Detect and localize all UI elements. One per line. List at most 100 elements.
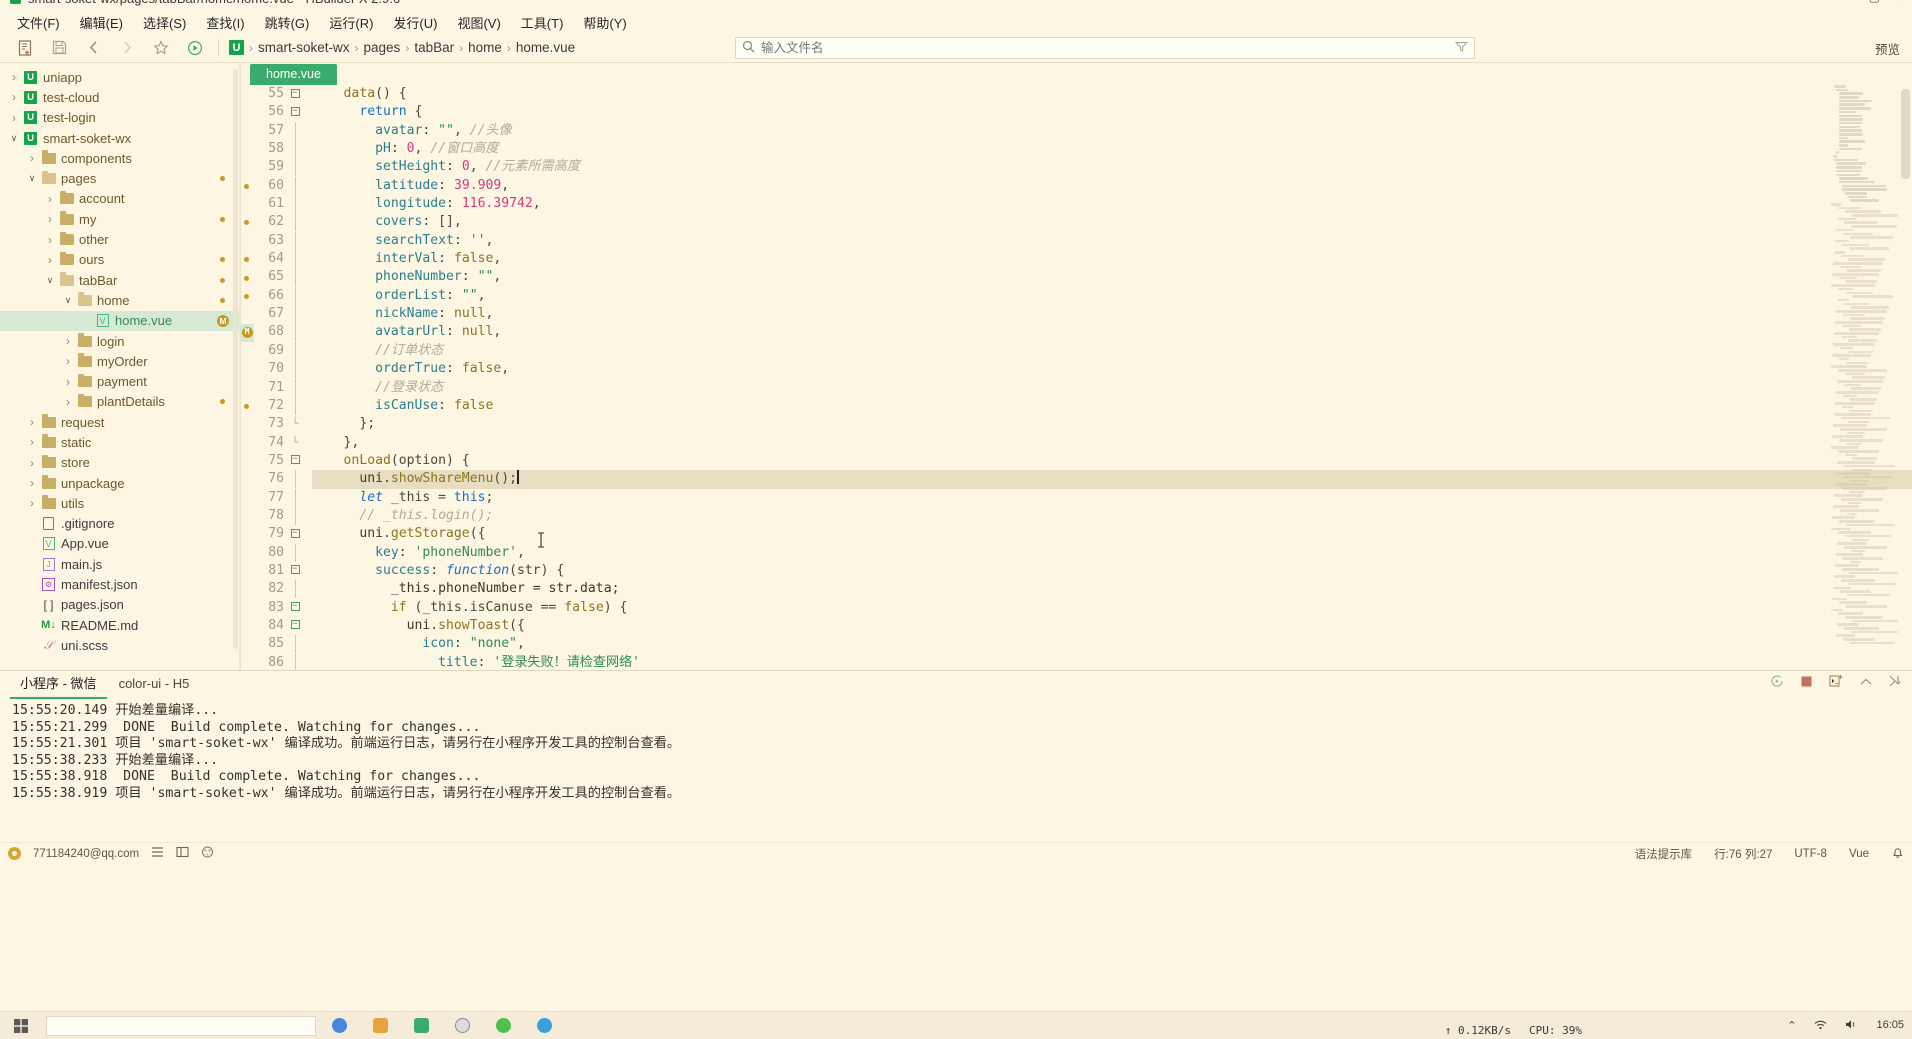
menu-file[interactable]: 文件(F)	[8, 11, 69, 34]
tree-item-my[interactable]: › my	[0, 209, 239, 229]
layout-icon[interactable]	[176, 846, 189, 861]
code-line[interactable]: orderList: "",	[312, 287, 1912, 305]
new-terminal-icon[interactable]	[1829, 674, 1843, 691]
fold-toggle-icon[interactable]: −	[286, 599, 304, 617]
tree-item-home-vue[interactable]: Vhome.vue M	[0, 310, 239, 331]
chevron-right-icon[interactable]: ›	[42, 254, 58, 266]
bell-icon[interactable]	[1891, 846, 1904, 862]
tree-item-store[interactable]: › store	[0, 453, 239, 473]
tree-item-test-cloud[interactable]: › Utest-cloud	[0, 87, 239, 107]
chevron-right-icon[interactable]: ›	[24, 416, 40, 428]
tree-item-myorder[interactable]: › myOrder	[0, 351, 239, 371]
taskbar-app-browser-icon[interactable]	[455, 1018, 470, 1033]
tree-item-request[interactable]: › request	[0, 412, 239, 432]
code-line[interactable]: isCanUse: false	[312, 397, 1912, 415]
fold-toggle-icon[interactable]: −	[286, 103, 304, 121]
maximize-button[interactable]: ▢	[1869, 0, 1880, 4]
chevron-down-icon[interactable]: ∨	[42, 275, 58, 285]
close-button[interactable]: ✕	[1896, 0, 1906, 4]
code-line[interactable]: orderTrue: false,	[312, 360, 1912, 378]
tree-item-main-js[interactable]: Jmain.js	[0, 554, 239, 574]
tree-item-account[interactable]: › account	[0, 189, 239, 209]
fold-toggle-icon[interactable]: −	[286, 617, 304, 635]
console-log-output[interactable]: 15:55:20.149 开始差量编译... 15:55:21.299 DONE …	[0, 697, 1912, 803]
code-line[interactable]: phoneNumber: "",	[312, 268, 1912, 286]
code-line[interactable]: uni.getStorage({	[312, 525, 1912, 543]
chevron-right-icon[interactable]: ›	[6, 112, 22, 124]
avatar[interactable]	[8, 847, 21, 860]
tree-item-utils[interactable]: › utils	[0, 493, 239, 513]
save-icon[interactable]	[42, 35, 76, 61]
tree-item-unpackage[interactable]: › unpackage	[0, 473, 239, 493]
code-line[interactable]: icon: "none",	[312, 635, 1912, 653]
breadcrumb-item-pages[interactable]: pages	[364, 40, 401, 55]
chevron-right-icon[interactable]: ›	[24, 497, 40, 509]
menu-run[interactable]: 运行(R)	[320, 11, 382, 34]
code-line[interactable]: nickName: null,	[312, 305, 1912, 323]
tree-item-static[interactable]: › static	[0, 432, 239, 452]
back-arrow-icon[interactable]	[76, 35, 110, 61]
chevron-right-icon[interactable]: ›	[60, 355, 76, 367]
breadcrumb-item-project[interactable]: smart-soket-wx	[258, 40, 350, 55]
code-line[interactable]: searchText: '',	[312, 232, 1912, 250]
fold-toggle-icon[interactable]: −	[286, 85, 304, 103]
code-lines[interactable]: data() { return { avatar: "", //头像 pH: 0…	[304, 85, 1912, 670]
filter-icon[interactable]	[1454, 41, 1469, 55]
menu-find[interactable]: 查找(I)	[197, 11, 253, 34]
taskbar-search-input[interactable]	[46, 1015, 316, 1036]
breadcrumb-item-tabbar[interactable]: tabBar	[414, 40, 454, 55]
menu-help[interactable]: 帮助(Y)	[574, 11, 635, 34]
tree-item-payment[interactable]: › payment	[0, 371, 239, 391]
rerun-icon[interactable]	[1770, 674, 1784, 691]
chevron-down-icon[interactable]: ∨	[6, 133, 22, 143]
chevron-right-icon[interactable]: ›	[42, 234, 58, 246]
fold-column[interactable]: − − └ └ − − − − −	[286, 85, 304, 670]
taskbar-app-wechat-icon[interactable]	[496, 1018, 511, 1033]
chevron-right-icon[interactable]: ›	[24, 436, 40, 448]
chevron-right-icon[interactable]: ›	[24, 477, 40, 489]
taskbar-clock[interactable]: 16:05	[1876, 1020, 1904, 1031]
cursor-position[interactable]: 行:76 列:27	[1714, 846, 1772, 862]
tree-item-home[interactable]: ∨ home	[0, 290, 239, 310]
code-line[interactable]: title: '登录失败！请检查网络'	[312, 654, 1912, 670]
code-line[interactable]: _this.phoneNumber = str.data;	[312, 580, 1912, 598]
code-line[interactable]: //订单状态	[312, 342, 1912, 360]
code-line[interactable]: key: 'phoneNumber',	[312, 544, 1912, 562]
taskbar-app-hbuilder-icon[interactable]	[414, 1018, 429, 1033]
menu-edit[interactable]: 编辑(E)	[71, 11, 132, 34]
code-line[interactable]: avatarUrl: null,	[312, 323, 1912, 341]
chevron-right-icon[interactable]: ›	[60, 335, 76, 347]
menu-tools[interactable]: 工具(T)	[512, 11, 573, 34]
code-line[interactable]: let _this = this;	[312, 489, 1912, 507]
code-line[interactable]: latitude: 39.909,	[312, 177, 1912, 195]
collapse-icon[interactable]	[1859, 675, 1873, 690]
chevron-right-icon[interactable]: ›	[24, 457, 40, 469]
sidebar-scrollbar[interactable]	[233, 69, 238, 649]
tree-item-test-login[interactable]: › Utest-login	[0, 108, 239, 128]
tree-item-other[interactable]: › other	[0, 229, 239, 249]
language-label[interactable]: Vue	[1849, 848, 1869, 860]
taskbar-app-qq-icon[interactable]	[537, 1018, 552, 1033]
preview-button[interactable]: 预览	[1867, 36, 1908, 61]
code-line[interactable]: setHeight: 0, //元素所需高度	[312, 158, 1912, 176]
code-line[interactable]: onLoad(option) {	[312, 452, 1912, 470]
code-line[interactable]: return {	[312, 103, 1912, 121]
code-editor[interactable]: home.vue M 55 56 57 58 59 60 61 62 63 64 65 66 67 68 6…	[240, 63, 1912, 670]
new-file-icon[interactable]	[8, 35, 42, 61]
tree-item-app-vue[interactable]: V App.vue	[0, 534, 239, 554]
code-minimap[interactable]	[1828, 85, 1898, 670]
tree-item-uni-scss[interactable]: 𝒮uni.scss	[0, 635, 239, 655]
chevron-right-icon[interactable]: ›	[42, 193, 58, 205]
forward-arrow-icon[interactable]	[110, 35, 144, 61]
editor-scrollbar[interactable]	[1901, 89, 1910, 179]
editor-tab-home-vue[interactable]: home.vue	[250, 64, 337, 85]
search-input[interactable]	[761, 41, 1449, 55]
code-line[interactable]: covers: [],	[312, 213, 1912, 231]
code-line[interactable]: };	[312, 415, 1912, 433]
fold-toggle-icon[interactable]: −	[286, 562, 304, 580]
code-line[interactable]: //登录状态	[312, 379, 1912, 397]
chevron-right-icon[interactable]: ›	[60, 396, 76, 408]
taskbar-app-chrome-icon[interactable]	[332, 1018, 347, 1033]
list-icon[interactable]	[151, 846, 164, 861]
tree-item-uniapp[interactable]: › Uuniapp	[0, 67, 239, 87]
